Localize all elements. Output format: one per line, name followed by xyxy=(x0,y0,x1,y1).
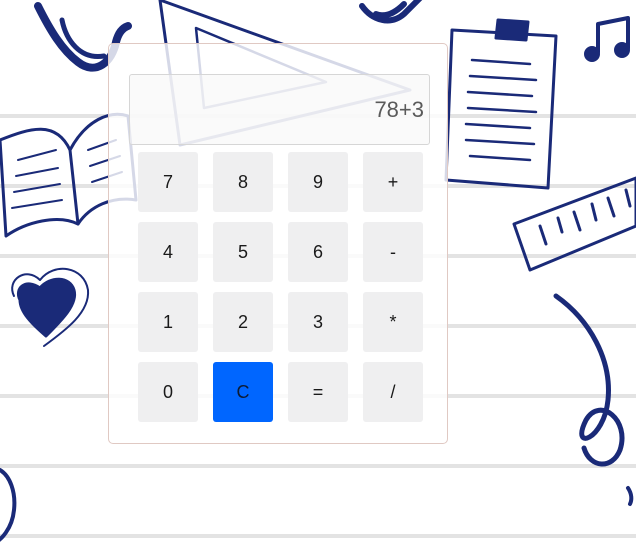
key-1-button[interactable]: 1 xyxy=(138,292,198,352)
key-5-button[interactable]: 5 xyxy=(213,222,273,282)
curl-icon xyxy=(0,468,17,542)
key-4-button[interactable]: 4 xyxy=(138,222,198,282)
ink-mark-icon xyxy=(626,486,634,506)
calculator-display[interactable] xyxy=(129,74,430,145)
key-0-button[interactable]: 0 xyxy=(138,362,198,422)
key-minus-button[interactable]: - xyxy=(363,222,423,282)
key-multiply-button[interactable]: * xyxy=(363,292,423,352)
heart-icon xyxy=(11,267,90,347)
ink-blot-icon xyxy=(359,0,423,24)
clipboard-icon xyxy=(444,18,558,190)
calculator: 7 8 9 + 4 5 6 - 1 2 3 * 0 C = / xyxy=(108,43,448,444)
key-6-button[interactable]: 6 xyxy=(288,222,348,282)
key-3-button[interactable]: 3 xyxy=(288,292,348,352)
music-note-icon xyxy=(584,16,630,62)
swirl-icon xyxy=(553,293,625,467)
calculator-keypad: 7 8 9 + 4 5 6 - 1 2 3 * 0 C = / xyxy=(138,152,423,422)
key-7-button[interactable]: 7 xyxy=(138,152,198,212)
clear-button[interactable]: C xyxy=(213,362,273,422)
key-plus-button[interactable]: + xyxy=(363,152,423,212)
key-2-button[interactable]: 2 xyxy=(213,292,273,352)
ruler-icon xyxy=(512,176,636,272)
key-9-button[interactable]: 9 xyxy=(288,152,348,212)
key-divide-button[interactable]: / xyxy=(363,362,423,422)
equals-button[interactable]: = xyxy=(288,362,348,422)
key-8-button[interactable]: 8 xyxy=(213,152,273,212)
